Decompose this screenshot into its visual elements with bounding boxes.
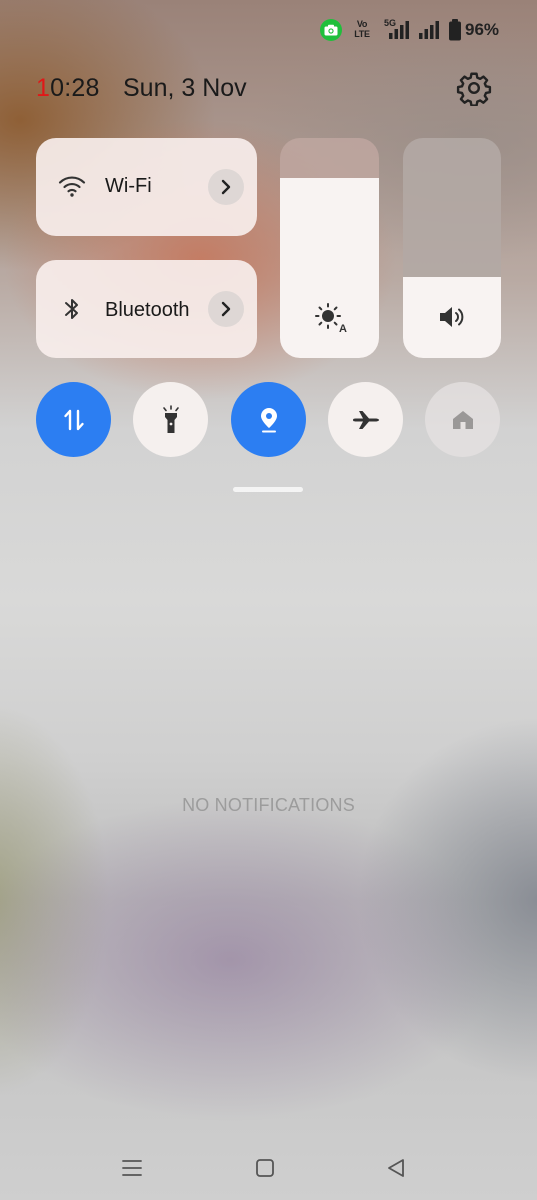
menu-icon — [122, 1160, 142, 1176]
wifi-icon — [58, 176, 86, 197]
date-label[interactable]: Sun, 3 Nov — [123, 74, 247, 103]
wifi-tile[interactable]: Wi-Fi — [36, 138, 257, 236]
panel-drag-handle[interactable] — [233, 487, 303, 492]
home-square-icon — [256, 1159, 274, 1177]
home-icon — [452, 410, 473, 429]
location-toggle[interactable] — [231, 382, 306, 457]
data-transfer-icon — [63, 409, 84, 430]
home-button[interactable] — [245, 1150, 285, 1186]
auto-brightness-icon: A — [314, 303, 347, 334]
airplane-mode-toggle[interactable] — [328, 382, 403, 457]
flashlight-icon — [162, 404, 179, 433]
gear-icon — [456, 72, 492, 107]
svg-text:A: A — [339, 323, 347, 334]
chevron-right-icon — [221, 301, 231, 317]
mobile-data-toggle[interactable] — [36, 382, 111, 457]
no-notifications-text: NO NOTIFICATIONS — [182, 795, 355, 815]
battery-icon — [449, 19, 461, 41]
speaker-icon — [440, 307, 464, 327]
wifi-details-button[interactable] — [208, 169, 244, 205]
status-bar: Vo LTE 5G 96% — [0, 0, 537, 60]
volte-line2: LTE — [354, 29, 370, 39]
bluetooth-details-button[interactable] — [208, 291, 244, 327]
camera-icon — [320, 19, 342, 41]
brightness-slider[interactable]: A — [280, 138, 379, 358]
battery-percent: 96% — [465, 20, 500, 39]
chevron-right-icon — [221, 179, 231, 195]
clock-rest: 0:28 — [50, 74, 100, 102]
wifi-label: Wi-Fi — [105, 175, 152, 197]
location-pin-icon — [260, 407, 277, 432]
bluetooth-tile[interactable]: Bluetooth — [36, 260, 257, 358]
clock-first-digit: 1 — [36, 74, 51, 102]
bluetooth-icon — [65, 299, 78, 319]
recent-apps-button[interactable] — [112, 1150, 152, 1186]
volume-slider[interactable] — [403, 138, 501, 358]
airplane-icon — [352, 410, 379, 429]
back-triangle-icon — [388, 1159, 404, 1177]
back-button[interactable] — [376, 1150, 416, 1186]
clock[interactable]: 10:28 — [36, 74, 100, 103]
volte-line1: Vo — [356, 19, 368, 29]
volte-icon: Vo LTE — [351, 19, 373, 41]
home-toggle[interactable] — [425, 382, 500, 457]
flashlight-toggle[interactable] — [133, 382, 208, 457]
bluetooth-label: Bluetooth — [105, 299, 190, 321]
signal-5g-icon — [389, 21, 409, 39]
settings-button[interactable] — [456, 70, 492, 107]
signal-icon — [419, 21, 439, 39]
